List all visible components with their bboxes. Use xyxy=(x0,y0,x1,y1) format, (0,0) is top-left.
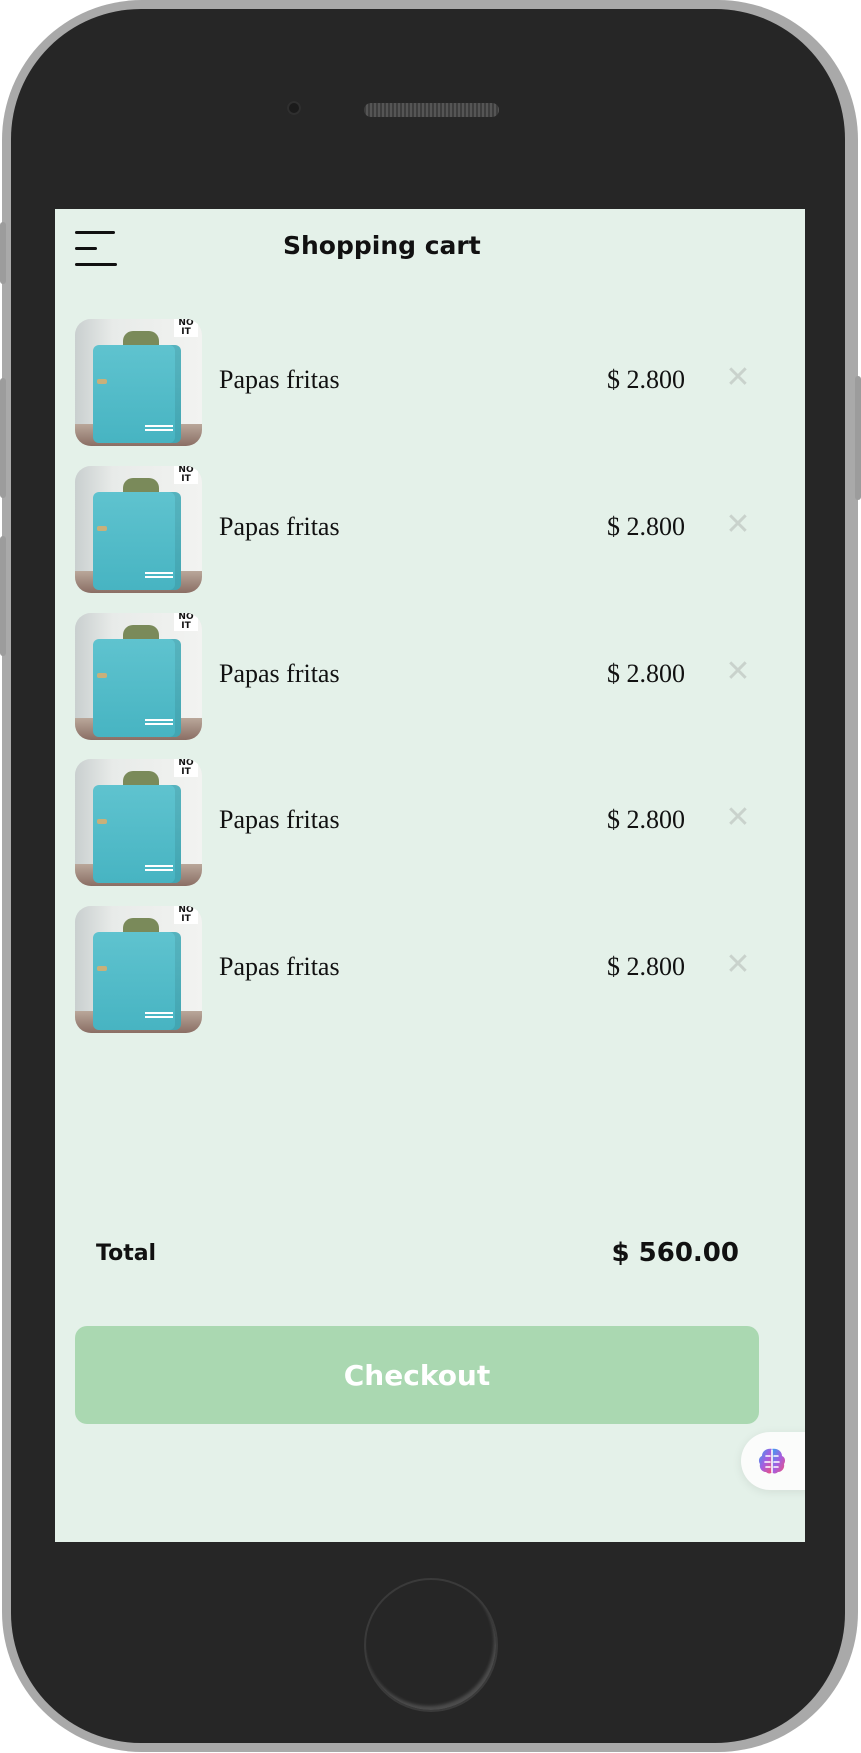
close-icon[interactable]: ✕ xyxy=(723,950,753,980)
cart-item: NO IT Papas fritas $ 2.800 ✕ xyxy=(75,906,765,1033)
brain-icon xyxy=(758,1448,786,1474)
product-image[interactable]: NO IT xyxy=(75,906,202,1033)
total-label: Total xyxy=(96,1241,157,1266)
phone-side-button xyxy=(0,222,6,284)
close-icon[interactable]: ✕ xyxy=(723,510,753,540)
phone-volume-down-button xyxy=(0,536,6,656)
home-button[interactable] xyxy=(364,1578,498,1712)
item-price: $ 2.800 xyxy=(607,512,685,541)
close-icon[interactable]: ✕ xyxy=(723,803,753,833)
app-screen: Shopping cart NO IT Papas fritas $ 2.800 … xyxy=(55,209,805,1542)
product-image[interactable]: NO IT xyxy=(75,759,202,886)
cart-item: NO IT Papas fritas $ 2.800 ✕ xyxy=(75,466,765,593)
phone-volume-up-button xyxy=(0,378,6,498)
item-price: $ 2.800 xyxy=(607,952,685,981)
total-value: $ 560.00 xyxy=(611,1238,739,1268)
page-title: Shopping cart xyxy=(283,231,481,260)
cart-item: NO IT Papas fritas $ 2.800 ✕ xyxy=(75,613,765,740)
cart-item: NO IT Papas fritas $ 2.800 ✕ xyxy=(75,319,765,446)
item-price: $ 2.800 xyxy=(607,365,685,394)
phone-power-button xyxy=(855,376,861,500)
earpiece-speaker xyxy=(364,103,499,117)
checkout-button[interactable]: Checkout xyxy=(75,1326,759,1424)
product-image[interactable]: NO IT xyxy=(75,613,202,740)
item-price: $ 2.800 xyxy=(607,805,685,834)
item-name: Papas fritas xyxy=(219,952,340,981)
product-image[interactable]: NO IT xyxy=(75,466,202,593)
cart-item: NO IT Papas fritas $ 2.800 ✕ xyxy=(75,759,765,886)
front-camera xyxy=(287,101,301,115)
close-icon[interactable]: ✕ xyxy=(723,657,753,687)
assistant-button[interactable] xyxy=(741,1432,805,1490)
product-image[interactable]: NO IT xyxy=(75,319,202,446)
item-price: $ 2.800 xyxy=(607,659,685,688)
item-name: Papas fritas xyxy=(219,512,340,541)
close-icon[interactable]: ✕ xyxy=(723,363,753,393)
item-name: Papas fritas xyxy=(219,365,340,394)
item-name: Papas fritas xyxy=(219,805,340,834)
hamburger-menu-icon[interactable] xyxy=(75,231,117,266)
item-name: Papas fritas xyxy=(219,659,340,688)
